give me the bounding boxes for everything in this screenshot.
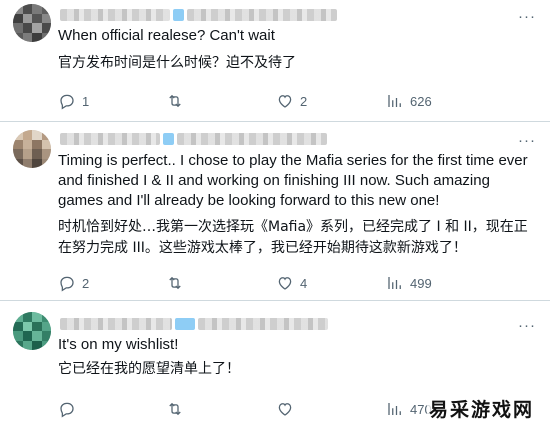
author-handle-redacted[interactable] bbox=[177, 133, 327, 145]
retweet-icon bbox=[169, 402, 181, 416]
post-text-en: It's on my wishlist! bbox=[58, 336, 179, 353]
views-button[interactable]: 499 bbox=[386, 272, 432, 294]
verified-badge-redacted bbox=[163, 133, 174, 145]
retweet-button[interactable] bbox=[166, 272, 190, 294]
author-handle-redacted[interactable] bbox=[198, 318, 328, 330]
post-text-en: When official realese? Can't wait bbox=[58, 27, 275, 44]
reply-post-2[interactable]: ··· Timing is perfect.. I chose to play … bbox=[0, 121, 550, 301]
post-text-cn: 它已经在我的愿望清单上了！ bbox=[58, 361, 240, 377]
like-count: 4 bbox=[300, 275, 308, 291]
views-button[interactable]: 470 bbox=[386, 398, 432, 420]
reply-button[interactable] bbox=[58, 398, 82, 420]
more-icon[interactable]: ··· bbox=[518, 9, 536, 24]
views-icon bbox=[388, 403, 401, 415]
view-count: 626 bbox=[410, 93, 432, 109]
view-count: 499 bbox=[410, 275, 432, 291]
author-name-redacted[interactable] bbox=[60, 318, 172, 330]
action-bar: 1 2 626 bbox=[58, 90, 538, 112]
retweet-button[interactable] bbox=[166, 398, 190, 420]
like-button[interactable]: 4 bbox=[276, 272, 307, 294]
author-name-redacted[interactable] bbox=[60, 9, 170, 21]
author-name-redacted[interactable] bbox=[60, 133, 160, 145]
views-button[interactable]: 626 bbox=[386, 90, 432, 112]
like-count: 2 bbox=[300, 93, 308, 109]
reply-button[interactable]: 1 bbox=[58, 90, 89, 112]
reply-post-1[interactable]: ··· When official realese? Can't wait 官方… bbox=[0, 0, 550, 122]
post-text-cn: 官方发布时间是什么时候？迫不及待了 bbox=[58, 55, 296, 71]
like-button[interactable] bbox=[276, 398, 300, 420]
more-icon[interactable]: ··· bbox=[518, 318, 536, 333]
reply-button[interactable]: 2 bbox=[58, 272, 89, 294]
avatar[interactable] bbox=[13, 130, 51, 168]
reply-count: 2 bbox=[82, 275, 90, 291]
retweet-icon bbox=[169, 94, 181, 108]
reply-icon bbox=[60, 276, 74, 292]
site-watermark: 易采游戏网 bbox=[426, 395, 536, 422]
like-icon bbox=[278, 277, 292, 290]
avatar[interactable] bbox=[13, 312, 51, 350]
verified-badge-redacted bbox=[173, 9, 184, 21]
author-handle-redacted[interactable] bbox=[187, 9, 337, 21]
post-text-en: Timing is perfect.. I chose to play the … bbox=[58, 152, 528, 209]
avatar[interactable] bbox=[13, 4, 51, 42]
views-icon bbox=[388, 277, 401, 289]
reply-count: 1 bbox=[82, 93, 90, 109]
retweet-icon bbox=[169, 276, 181, 290]
reply-icon bbox=[60, 94, 74, 110]
retweet-button[interactable] bbox=[166, 90, 190, 112]
like-button[interactable]: 2 bbox=[276, 90, 307, 112]
reply-thread: { "posts": [ { "text_en": "When official… bbox=[0, 0, 550, 428]
more-icon[interactable]: ··· bbox=[518, 133, 536, 148]
like-icon bbox=[278, 95, 292, 108]
reply-icon bbox=[60, 402, 74, 418]
like-icon bbox=[278, 403, 292, 416]
views-icon bbox=[388, 95, 401, 107]
verified-badge-redacted bbox=[175, 318, 195, 330]
action-bar: 2 4 499 bbox=[58, 272, 538, 294]
post-text-cn: 时机恰到好处…我第一次选择玩《Mafia》系列，已经完成了 I 和 II，现在正… bbox=[58, 219, 528, 256]
